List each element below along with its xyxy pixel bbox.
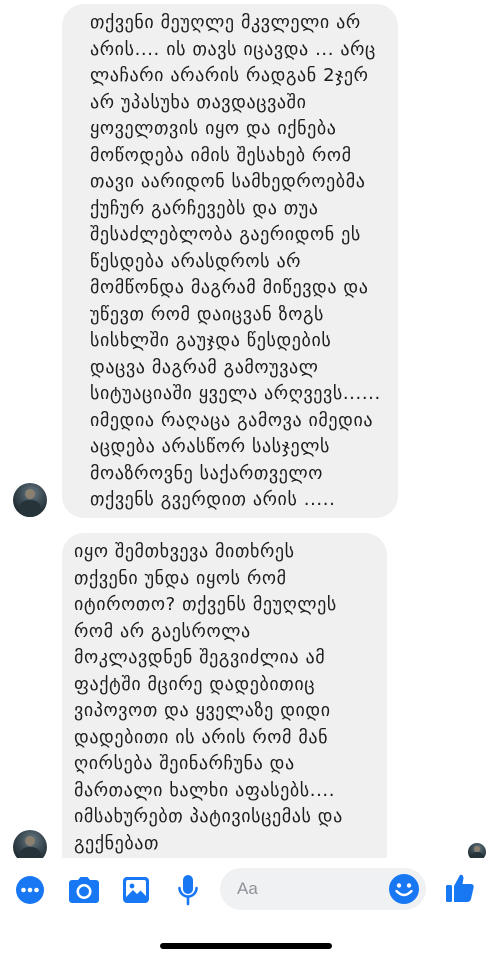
camera-button[interactable] [66, 872, 102, 908]
microphone-icon [178, 875, 198, 906]
sender-avatar[interactable] [13, 483, 47, 517]
more-button[interactable] [12, 872, 48, 908]
thumbs-up-icon [446, 874, 474, 902]
message-bubble[interactable]: თქვენი მეუღლე მკვლელი არ არის.... ის თავ… [62, 4, 398, 518]
camera-icon [69, 877, 99, 903]
photo-gallery-icon [123, 877, 149, 903]
photo-gallery-button[interactable] [118, 872, 154, 908]
more-dots-icon [16, 876, 44, 904]
composer-bar: Aa [0, 858, 493, 928]
microphone-button[interactable] [170, 872, 206, 908]
message-input-placeholder: Aa [237, 879, 258, 898]
emoji-button[interactable] [388, 873, 420, 905]
home-indicator[interactable] [160, 943, 332, 949]
like-button[interactable] [442, 870, 478, 906]
message-bubble[interactable]: იყო შემთხვევა მითხრეს თქვენი უნდა იყოს რ… [62, 533, 387, 858]
message-thread: თქვენი მეუღლე მკვლელი არ არის.... ის თავ… [0, 0, 493, 864]
smiley-emoji-icon [389, 874, 419, 904]
message-input[interactable]: Aa [220, 868, 426, 910]
